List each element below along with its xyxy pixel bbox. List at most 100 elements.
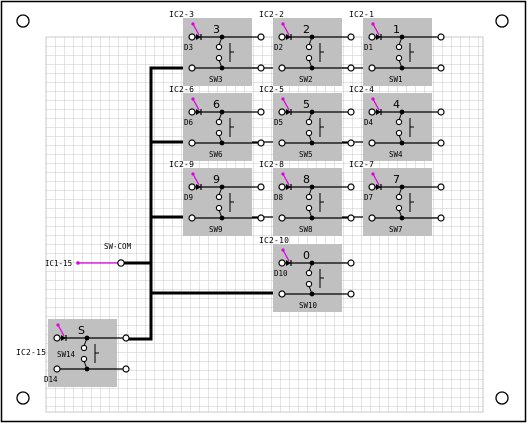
pad	[278, 290, 286, 298]
ic-label: IC2-4	[349, 85, 374, 94]
key-legend: 5	[303, 98, 310, 111]
ic-label: IC2-8	[259, 160, 284, 169]
ic-label: IC2-3	[169, 10, 194, 19]
diode-label: D14	[44, 375, 58, 384]
mounting-hole-bottom-right	[495, 391, 509, 405]
key-legend: 1	[393, 23, 400, 36]
pad	[257, 214, 265, 222]
key-legend: 0	[303, 249, 310, 262]
key-legend: 6	[213, 98, 220, 111]
signal-dot	[281, 172, 285, 176]
pad	[368, 33, 376, 41]
switch-label: SW9	[209, 225, 223, 234]
key-module-sw2: IC2-2 D2 2 SW2	[259, 10, 355, 86]
pad	[347, 290, 355, 298]
switch-label: SW5	[299, 150, 313, 159]
signal-dot	[371, 97, 375, 101]
diode-label: D4	[364, 118, 374, 127]
signal-dot	[371, 22, 375, 26]
pad	[188, 33, 196, 41]
pad	[347, 64, 355, 72]
pad	[368, 139, 376, 147]
ic-label: IC2-10	[259, 236, 289, 245]
switch-contact	[305, 204, 313, 212]
pad	[122, 334, 130, 342]
pad	[188, 183, 196, 191]
key-module-sw9: IC2-9 D9 9 SW9	[169, 160, 265, 236]
diode-label: D10	[274, 269, 288, 278]
switch-contact	[305, 193, 313, 201]
pad	[437, 108, 445, 116]
ic1-15-label: IC1-15	[45, 259, 72, 268]
pad	[368, 214, 376, 222]
ic-label: IC2-5	[259, 85, 284, 94]
pad	[368, 108, 376, 116]
diode-label: D5	[274, 118, 283, 127]
key-legend: 2	[303, 23, 310, 36]
signal-dot	[281, 248, 285, 252]
switch-contact	[305, 43, 313, 51]
ic-label: IC2-2	[259, 10, 284, 19]
signal-dot	[281, 22, 285, 26]
ic-label: IC2-6	[169, 85, 194, 94]
pad	[257, 64, 265, 72]
switch-label: SW2	[299, 75, 313, 84]
switch-contact	[80, 344, 88, 352]
switch-label: SW3	[209, 75, 223, 84]
switch-label: SW14	[57, 350, 76, 359]
switch-contact	[215, 118, 223, 126]
pad	[188, 64, 196, 72]
pad	[368, 64, 376, 72]
ic-label: IC2-1	[349, 10, 374, 19]
switch-contact	[215, 193, 223, 201]
switch-contact	[215, 204, 223, 212]
pad	[257, 183, 265, 191]
switch-label: SW7	[389, 225, 403, 234]
mounting-hole-top-right	[495, 14, 509, 28]
key-legend: S	[78, 324, 85, 337]
key-module-sw10: IC2-10 D10 0 SW10	[259, 236, 355, 312]
switch-contact	[305, 280, 313, 288]
key-module-sw7: IC2-7 D7 7 SW7	[349, 160, 445, 236]
pad	[188, 139, 196, 147]
switch-contact	[395, 193, 403, 201]
diode-label: D2	[274, 43, 283, 52]
switch-contact	[215, 54, 223, 62]
switch-contact	[305, 118, 313, 126]
key-legend: 8	[303, 173, 310, 186]
key-module-sw5: IC2-5 D5 5 SW5	[259, 85, 355, 161]
mounting-hole-bottom-left	[16, 391, 30, 405]
key-module-sw3: IC2-3 D3 3 SW3	[169, 10, 265, 86]
pad	[347, 183, 355, 191]
pad	[437, 214, 445, 222]
pad	[278, 108, 286, 116]
signal-dot	[191, 97, 195, 101]
key-legend: 7	[393, 173, 400, 186]
pad	[278, 259, 286, 267]
pad	[437, 64, 445, 72]
switch-contact	[395, 54, 403, 62]
pad	[122, 365, 130, 373]
pad	[257, 139, 265, 147]
switch-contact	[305, 129, 313, 137]
signal-dot	[191, 22, 195, 26]
pad	[437, 139, 445, 147]
diode-label: D6	[184, 118, 194, 127]
pad	[278, 64, 286, 72]
key-module-sw6: IC2-6 D6 6 SW6	[169, 85, 265, 161]
pad	[347, 139, 355, 147]
ic-label: IC2-7	[349, 160, 374, 169]
pad	[53, 334, 61, 342]
pad	[188, 214, 196, 222]
diode-label: D9	[184, 193, 193, 202]
ic-label: IC2-9	[169, 160, 194, 169]
key-legend: 9	[213, 173, 220, 186]
key-module-sw1: IC2-1 D1 1 SW1	[349, 10, 445, 86]
key-legend: 4	[393, 98, 400, 111]
key-legend: 3	[213, 23, 220, 36]
switch-contact	[215, 43, 223, 51]
signal-dot	[191, 172, 195, 176]
switch-label: SW1	[389, 75, 403, 84]
pad	[278, 33, 286, 41]
pad	[368, 183, 376, 191]
